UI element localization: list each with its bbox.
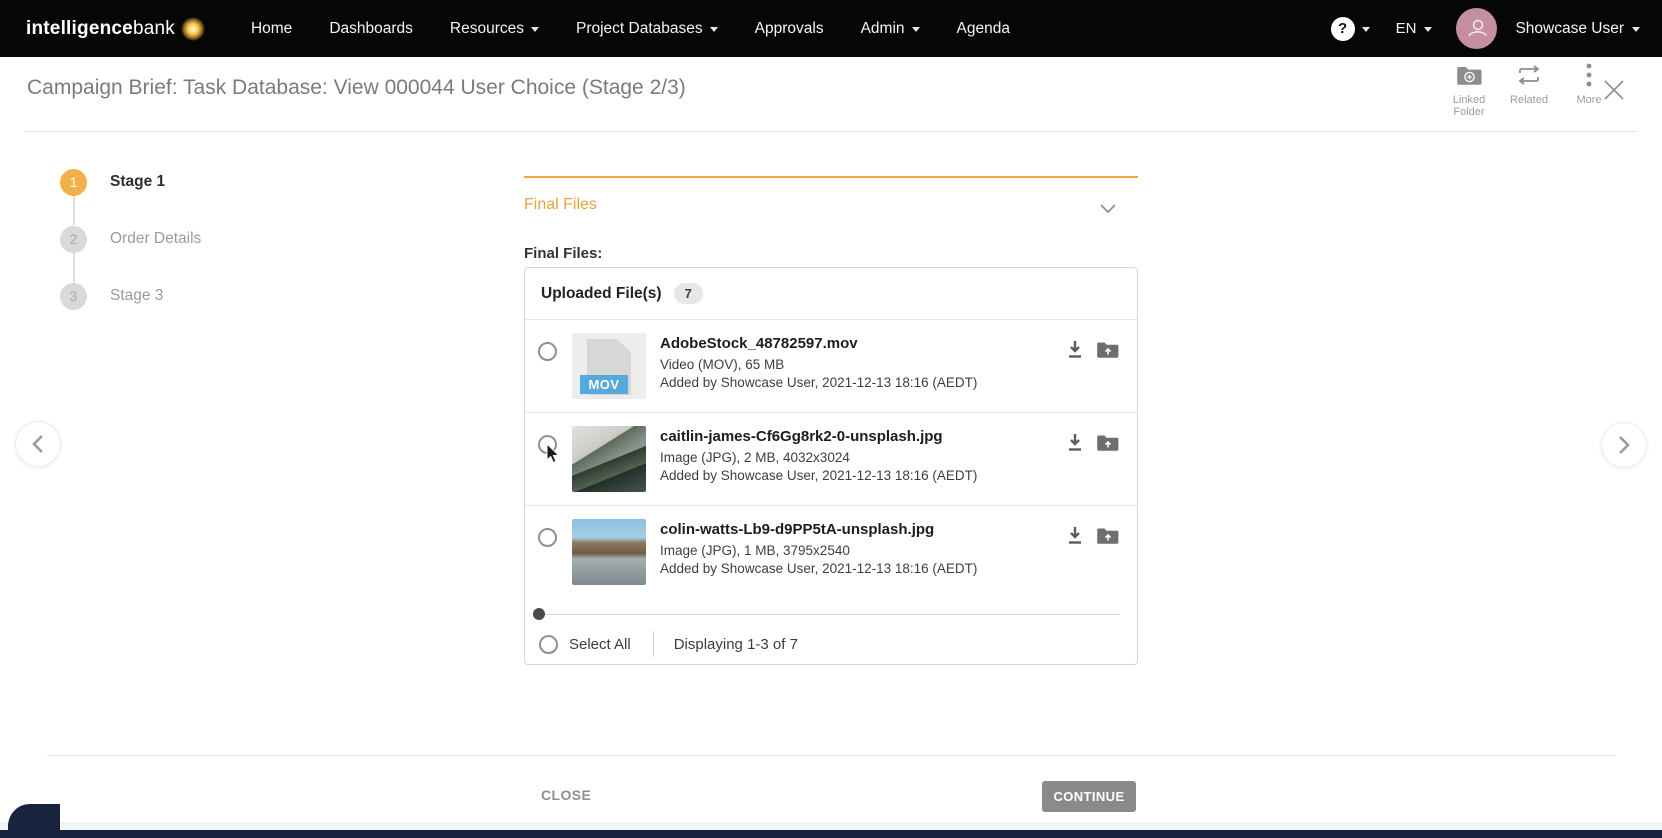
- panel-footer: Select All Displaying 1-3 of 7: [539, 631, 798, 657]
- logo-text: intelligencebank: [26, 18, 175, 40]
- file-info: colin-watts-Lb9-d9PP5tA-unsplash.jpg Ima…: [660, 519, 977, 576]
- caret-down-icon: [1424, 27, 1432, 32]
- header-divider: [24, 131, 1638, 132]
- section-title-final-files[interactable]: Final Files: [524, 196, 597, 214]
- related-repeat-icon: [1516, 62, 1542, 88]
- file-name[interactable]: colin-watts-Lb9-d9PP5tA-unsplash.jpg: [660, 521, 977, 538]
- caret-down-icon: [1632, 27, 1640, 32]
- language-selector[interactable]: EN: [1396, 20, 1433, 37]
- user-menu[interactable]: Showcase User: [1515, 20, 1640, 38]
- select-all-label[interactable]: Select All: [569, 636, 631, 653]
- uploaded-files-header: Uploaded File(s) 7: [525, 268, 1137, 319]
- caret-down-icon: [1362, 27, 1370, 32]
- caret-down-icon: [710, 27, 718, 32]
- nav-item-dashboards[interactable]: Dashboards: [329, 20, 413, 38]
- file-select-radio[interactable]: [538, 528, 557, 547]
- previous-record-button[interactable]: [15, 421, 61, 467]
- file-name[interactable]: caitlin-james-Cf6Gg8rk2-0-unsplash.jpg: [660, 428, 977, 445]
- horizontal-scrollbar-track[interactable]: [537, 614, 1120, 615]
- help-icon[interactable]: ?: [1331, 17, 1355, 41]
- file-info: AdobeStock_48782597.mov Video (MOV), 65 …: [660, 333, 977, 390]
- linked-folder-button[interactable]: Linked Folder: [1443, 62, 1495, 118]
- table-row: caitlin-james-Cf6Gg8rk2-0-unsplash.jpg I…: [525, 412, 1137, 505]
- file-count-badge: 7: [674, 283, 703, 304]
- horizontal-scrollbar-handle[interactable]: [533, 608, 545, 620]
- section-accent-line: [524, 176, 1138, 178]
- step-number-badge: 1: [60, 169, 87, 196]
- mov-format-badge: MOV: [580, 375, 628, 394]
- file-name[interactable]: AdobeStock_48782597.mov: [660, 335, 977, 352]
- final-files-field-label: Final Files:: [524, 245, 602, 262]
- top-navbar: intelligencebank Home Dashboards Resourc…: [0, 0, 1662, 57]
- file-row-actions: [1064, 525, 1119, 547]
- close-icon[interactable]: [1601, 77, 1627, 103]
- more-vertical-icon: [1586, 62, 1592, 88]
- file-thumbnail-photo[interactable]: [572, 519, 646, 585]
- stepper-connector: [73, 196, 75, 225]
- header-action-bar: Linked Folder Related More: [1443, 62, 1615, 118]
- file-added-by: Added by Showcase User, 2021-12-13 18:16…: [660, 375, 977, 390]
- table-row: MOV AdobeStock_48782597.mov Video (MOV),…: [525, 319, 1137, 412]
- file-thumbnail-photo[interactable]: [572, 426, 646, 492]
- caret-down-icon: [912, 27, 920, 32]
- file-meta: Image (JPG), 2 MB, 4032x3024: [660, 450, 977, 465]
- stepper-step-order-details[interactable]: 2 Order Details: [60, 225, 201, 253]
- step-number-badge: 3: [60, 283, 87, 310]
- caret-down-icon: [531, 27, 539, 32]
- nav-item-resources[interactable]: Resources: [450, 20, 539, 38]
- uploaded-files-title: Uploaded File(s): [541, 285, 662, 303]
- file-added-by: Added by Showcase User, 2021-12-13 18:16…: [660, 561, 977, 576]
- nav-item-admin[interactable]: Admin: [861, 20, 920, 38]
- page-title: Campaign Brief: Task Database: View 0000…: [27, 76, 686, 100]
- add-to-folder-icon[interactable]: [1097, 339, 1119, 361]
- file-thumbnail-mov[interactable]: MOV: [572, 333, 646, 399]
- file-meta: Image (JPG), 1 MB, 3795x2540: [660, 543, 977, 558]
- chevron-right-icon: [1618, 435, 1630, 455]
- page-footer-bar: [0, 830, 1662, 838]
- nav-item-project-databases[interactable]: Project Databases: [576, 20, 718, 38]
- intelligencebank-logo[interactable]: intelligencebank: [26, 17, 205, 41]
- chevron-down-icon[interactable]: [1100, 201, 1116, 219]
- download-icon[interactable]: [1064, 339, 1086, 361]
- modal-footer-divider: [47, 755, 1615, 756]
- chevron-left-icon: [32, 434, 44, 454]
- stepper-connector: [73, 253, 75, 282]
- mouse-cursor: [546, 444, 562, 471]
- close-button[interactable]: CLOSE: [541, 787, 591, 803]
- stepper-step-stage-3[interactable]: 3 Stage 3: [60, 282, 201, 310]
- person-illustration-icon: [1465, 17, 1489, 41]
- nav-item-home[interactable]: Home: [251, 20, 292, 38]
- avatar[interactable]: [1456, 8, 1497, 49]
- stage-stepper: 1 Stage 1 2 Order Details 3 Stage 3: [60, 168, 201, 310]
- stepper-step-stage-1[interactable]: 1 Stage 1: [60, 168, 201, 196]
- file-row-actions: [1064, 432, 1119, 454]
- nav-item-approvals[interactable]: Approvals: [755, 20, 824, 38]
- footer-divider: [653, 631, 654, 657]
- file-meta: Video (MOV), 65 MB: [660, 357, 977, 372]
- select-all-radio[interactable]: [539, 635, 558, 654]
- download-icon[interactable]: [1064, 432, 1086, 454]
- table-row: colin-watts-Lb9-d9PP5tA-unsplash.jpg Ima…: [525, 505, 1137, 598]
- logo-sun-icon: [181, 17, 205, 41]
- download-icon[interactable]: [1064, 525, 1086, 547]
- next-record-button[interactable]: [1601, 422, 1647, 468]
- step-number-badge: 2: [60, 226, 87, 253]
- related-button[interactable]: Related: [1503, 62, 1555, 118]
- nav-item-agenda[interactable]: Agenda: [957, 20, 1010, 38]
- file-info: caitlin-james-Cf6Gg8rk2-0-unsplash.jpg I…: [660, 426, 977, 483]
- add-to-folder-icon[interactable]: [1097, 525, 1119, 547]
- displaying-count: Displaying 1-3 of 7: [674, 636, 798, 653]
- continue-button[interactable]: CONTINUE: [1042, 781, 1136, 812]
- help-menu[interactable]: ?: [1331, 17, 1370, 41]
- add-to-folder-icon[interactable]: [1097, 432, 1119, 454]
- file-select-radio[interactable]: [538, 342, 557, 361]
- file-added-by: Added by Showcase User, 2021-12-13 18:16…: [660, 468, 977, 483]
- main-menu: Home Dashboards Resources Project Databa…: [251, 20, 1010, 38]
- uploaded-files-panel: Uploaded File(s) 7 MOV AdobeStock_487825…: [524, 267, 1138, 665]
- nav-right-group: ? EN Showcase User: [1331, 8, 1662, 49]
- file-row-actions: [1064, 339, 1119, 361]
- linked-folder-icon: [1457, 62, 1482, 88]
